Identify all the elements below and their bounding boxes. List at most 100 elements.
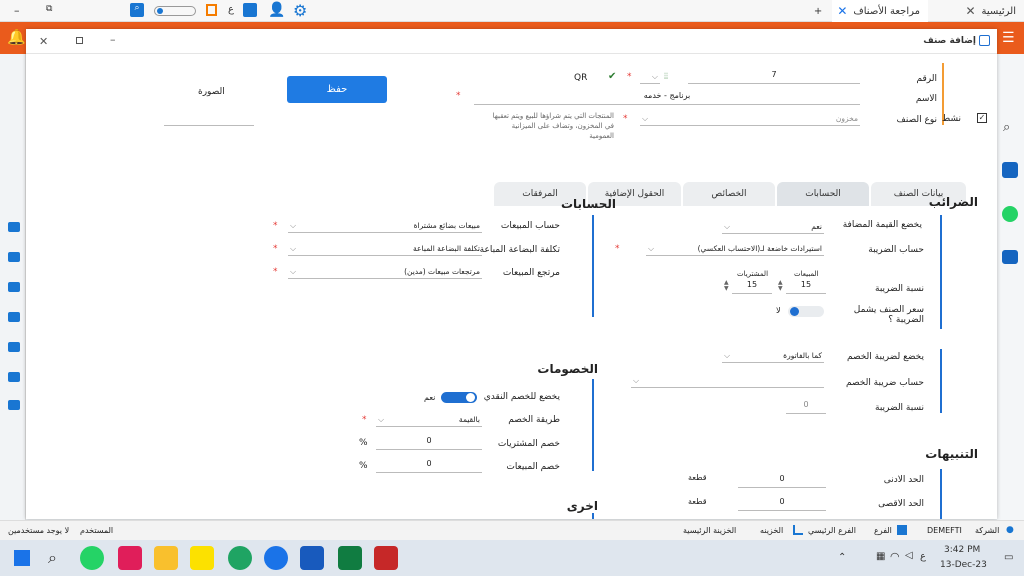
required-marker: * [615,244,620,254]
word-icon[interactable] [300,546,324,570]
wifi-icon[interactable]: ◠ [890,550,900,563]
users-icon[interactable] [1002,250,1018,264]
price-includes-tax-toggle[interactable] [788,306,824,317]
report-icon[interactable] [8,342,20,352]
item-type-select[interactable]: مخزون ⌵ [640,112,860,126]
discounts-heading: الخصومات [537,362,598,376]
sales-rate-stepper[interactable]: ▲ ▼ [778,280,783,292]
active-checkbox[interactable]: ✓ [977,113,987,123]
accounts-accent-bar [592,215,594,317]
required-marker: * [273,221,278,231]
cash-discount-toggle[interactable] [441,392,477,403]
discount-tax-rate-input[interactable]: 0 [786,400,826,414]
required-marker: * [627,72,632,82]
report-icon[interactable] [8,282,20,292]
clock-time[interactable]: 3:42 PM [944,545,980,555]
input-language[interactable]: ع [920,551,926,562]
left-side-panel [0,54,26,520]
purchases-rate-stepper[interactable]: ▲ ▼ [724,280,729,292]
other-heading: اخرى [566,499,598,513]
report-icon[interactable] [8,312,20,322]
hamburger-menu-icon[interactable]: ☰ [1002,30,1015,46]
purchase-discount-input[interactable]: 0 [376,436,482,450]
volume-icon[interactable]: ◁ [905,550,913,561]
title-divider [26,53,997,54]
close-tab-icon[interactable]: ✕ [965,4,975,18]
dialog-minimize-icon[interactable]: – [110,33,116,46]
toggle-switch[interactable] [154,6,196,16]
sales-rate-input[interactable]: 15 [786,280,826,294]
min-limit-input[interactable]: 0 [738,474,826,488]
item-number-input[interactable]: 7 [688,70,860,84]
number-mode-select[interactable]: ⌵ [640,70,660,84]
treasury-label: الخزينه [760,526,784,535]
discount-method-select[interactable]: بالقيمة ⌵ [376,413,482,427]
report-icon[interactable] [8,222,20,232]
purchases-rate-input[interactable]: 15 [732,280,772,294]
minimize-window-icon[interactable]: – [14,4,20,17]
sticky-notes-icon[interactable] [190,546,214,570]
alerts-heading: التنبيهات [925,447,978,461]
sales-account-select[interactable]: مبيعات بضائع مشتراة ⌵ [288,219,482,233]
tasks-icon[interactable] [206,4,217,16]
report-icon[interactable] [8,252,20,262]
min-unit-label: قطعة [688,473,707,482]
notification-bell-icon[interactable]: 🔔 [7,28,26,46]
tab-items-review[interactable]: مراجعة الأصناف ✕ [832,0,928,22]
save-button[interactable]: حفظ [287,76,387,103]
dialog-maximize-icon[interactable] [76,37,83,44]
search-icon[interactable]: ⌕ [130,3,144,17]
max-limit-input[interactable]: 0 [738,497,826,511]
whatsapp-icon[interactable] [1002,206,1018,222]
clock-date[interactable]: 13-Dec-23 [940,560,987,570]
dialog-close-icon[interactable]: ✕ [39,35,48,48]
required-marker: * [273,267,278,277]
tax-account-select[interactable]: استيرادات خاضعة لـ(الاحتساب العكسي) ⌵ [646,242,824,256]
vat-select[interactable]: نعم ⌵ [722,220,824,234]
number-label: الرقم [916,74,937,84]
name-label: الاسم [915,94,937,104]
other-accent-bar [592,513,594,519]
slack-icon[interactable] [118,546,142,570]
tab-home[interactable]: الرئيسية ✕ [932,0,1024,22]
edge-icon[interactable] [228,546,252,570]
image-field[interactable] [164,125,254,126]
barcode-icon[interactable]: ⦙⦙ [664,72,668,82]
translate-icon[interactable] [243,3,257,17]
report-icon[interactable] [8,400,20,410]
restore-window-icon[interactable]: ⧉ [46,4,52,14]
windows-start-icon[interactable] [14,550,30,566]
close-tab-icon[interactable]: ✕ [837,4,847,18]
notifications-icon[interactable]: ▭ [1004,552,1013,563]
tab-properties[interactable]: الخصائص [683,182,775,206]
browser-tab-bar: – ⧉ ⌕ ع 👤 ⚙ + مراجعة الأصناف ✕ الرئيسية ✕ [0,0,1024,22]
discount-tax-select[interactable]: كما بالفاتورة ⌵ [722,349,824,363]
sync-app-icon[interactable] [264,546,288,570]
excel-icon[interactable] [338,546,362,570]
min-limit-label: الحد الادنى [883,475,924,485]
file-explorer-icon[interactable] [154,546,178,570]
settings-icon[interactable]: ⚙ [293,1,307,20]
tax-account-label: حساب الضريبة [868,245,924,255]
network-icon[interactable]: ▦ [876,551,885,562]
cogs-select[interactable]: تكلفة البضاعة المباعة ⌵ [288,242,482,256]
search-icon[interactable]: ⌕ [1003,120,1010,135]
apps-grid-icon[interactable] [1002,162,1018,178]
tab-accounts[interactable]: الحسابات [777,182,869,206]
active-label: نشط [941,114,961,124]
whatsapp-icon[interactable] [80,546,104,570]
app-icon[interactable] [374,546,398,570]
discount-tax-account-select[interactable]: ⌵ [631,374,824,388]
item-name-input[interactable]: برنامج - خدمه [474,91,860,105]
report-icon[interactable] [8,372,20,382]
user-icon[interactable]: 👤 [268,2,285,18]
tray-chevron-icon[interactable]: ⌃ [838,552,846,563]
sales-returns-select[interactable]: مرتجعات مبيعات (مدين) ⌵ [288,265,482,279]
tab-new[interactable]: + [808,0,828,22]
add-item-icon [979,35,990,46]
sales-discount-input[interactable]: 0 [376,459,482,473]
required-marker: * [623,114,628,124]
discount-tax-label: يخضع لضريبة الخصم [846,352,924,362]
search-icon[interactable]: ⌕ [48,548,57,568]
user-label: المستخدم [80,526,114,535]
